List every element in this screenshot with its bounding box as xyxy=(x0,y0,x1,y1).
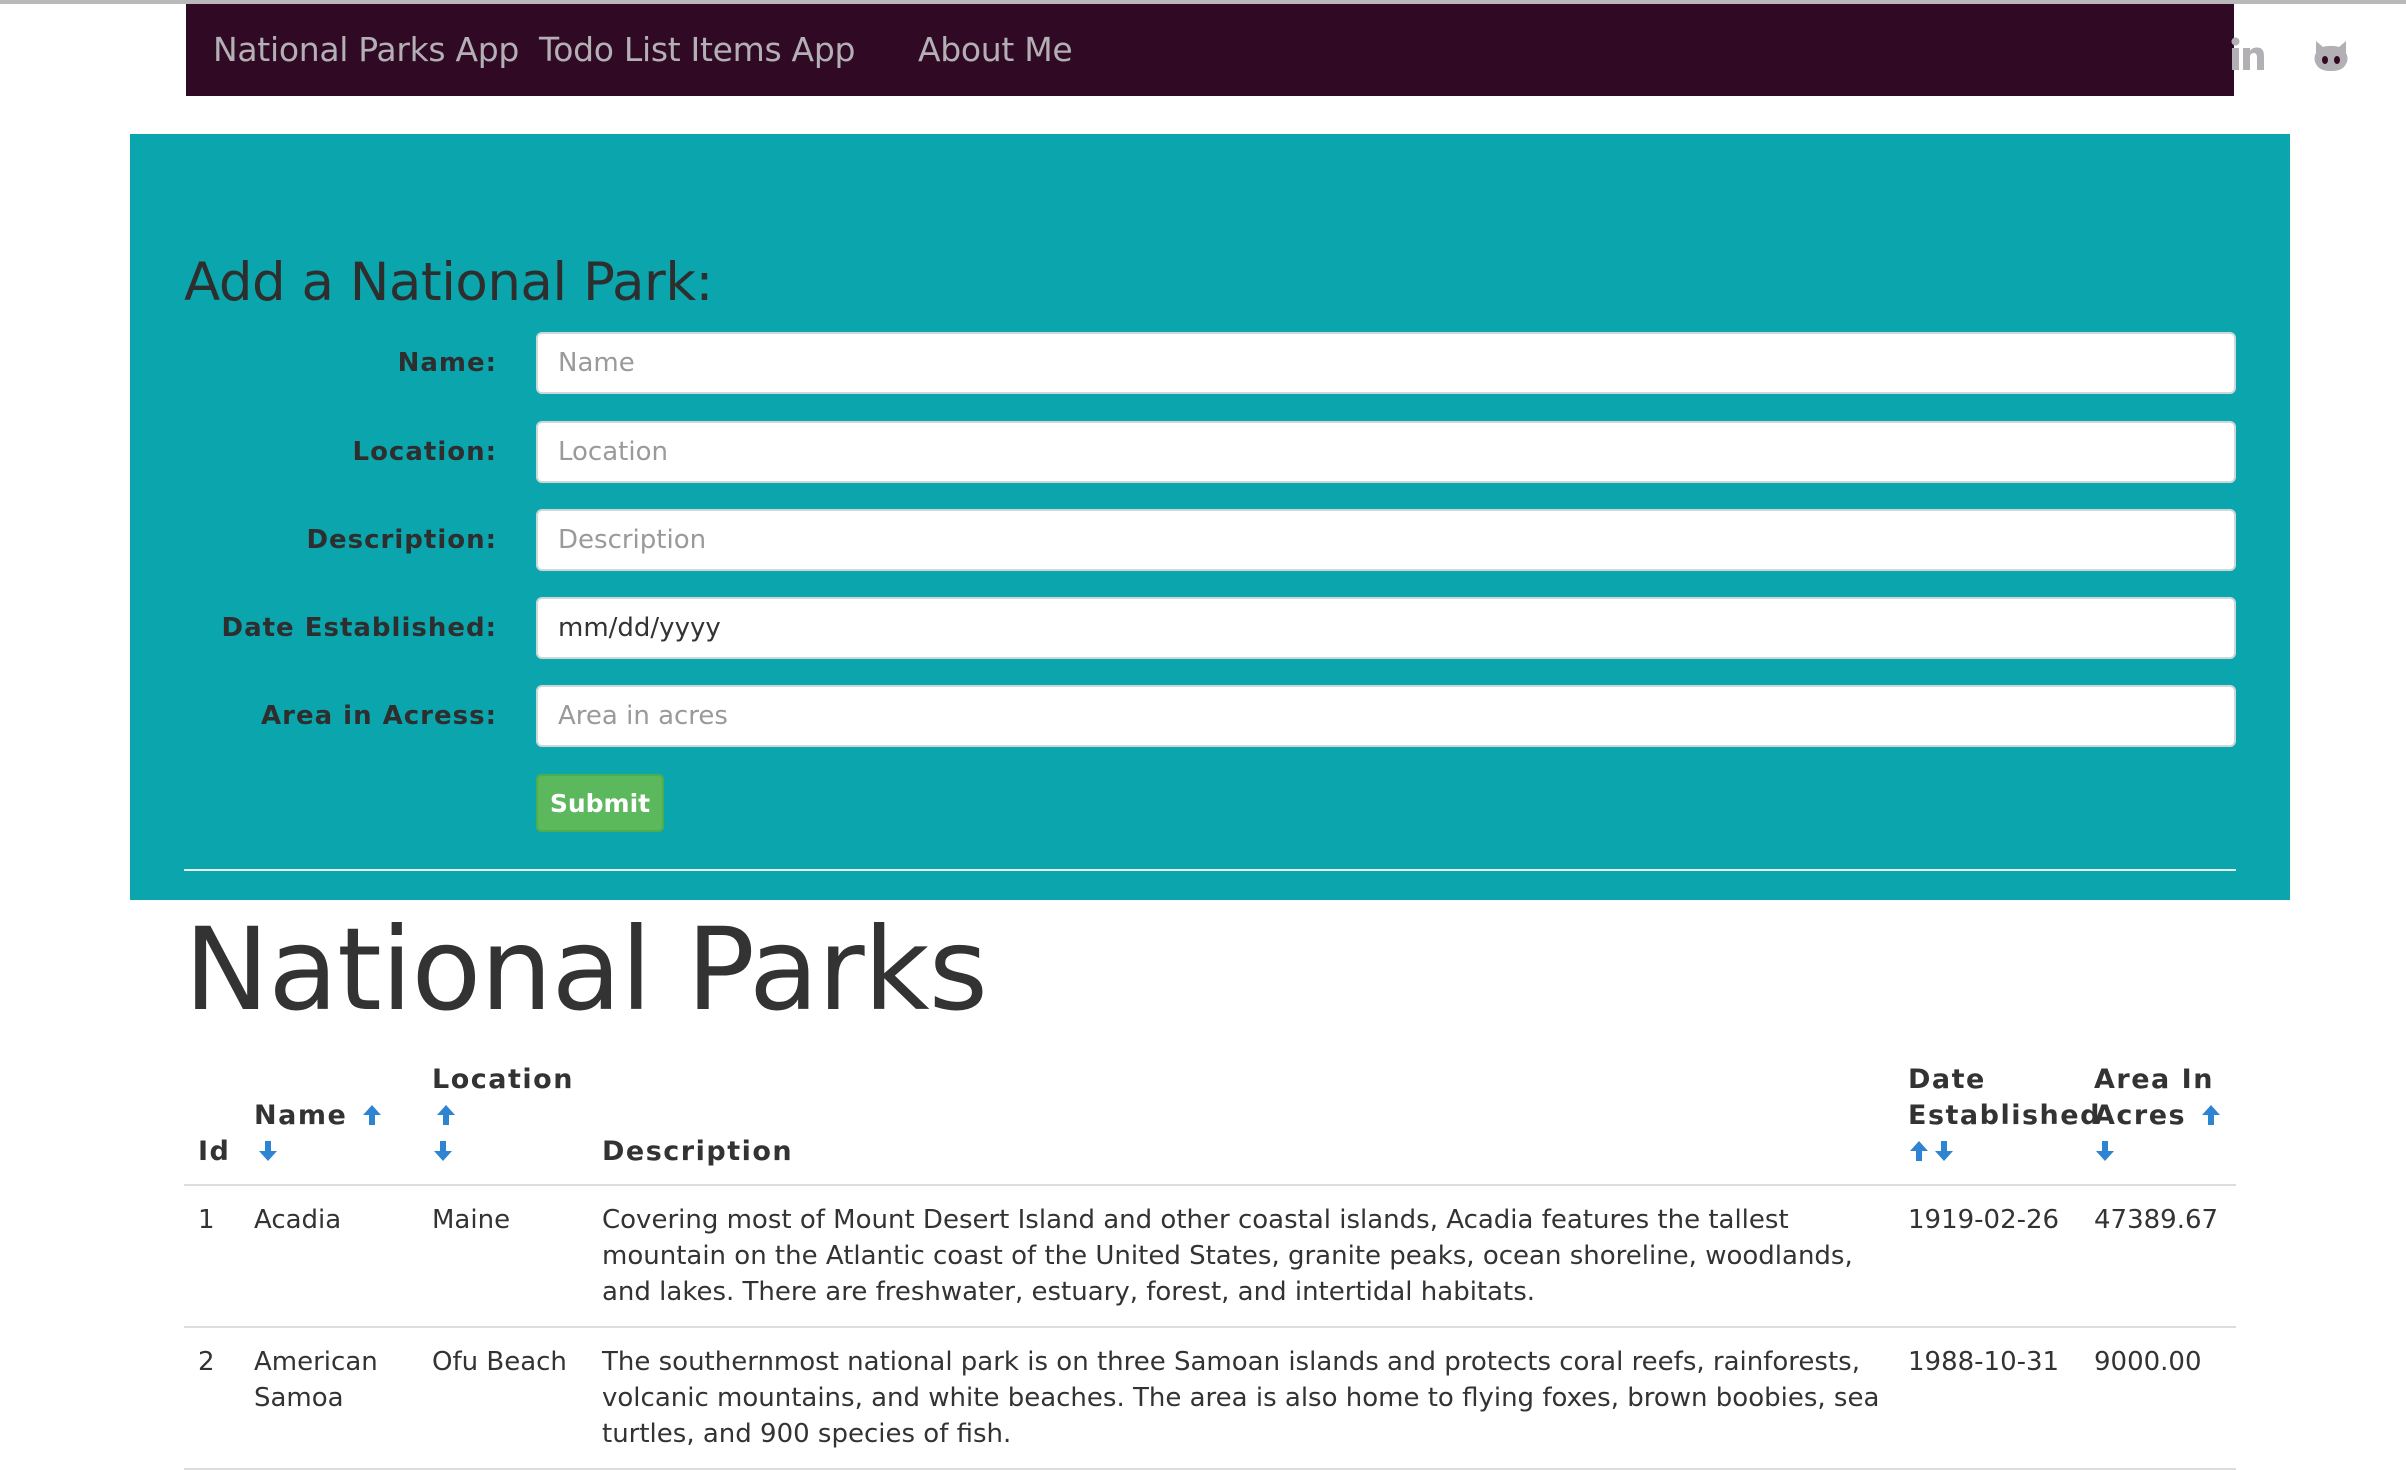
sort-up-icon[interactable] xyxy=(2200,1103,2222,1127)
cell-name: American Samoa xyxy=(240,1327,418,1470)
column-header-area-line2: Acres xyxy=(2094,1100,2187,1131)
cell-description: The southernmost national park is on thr… xyxy=(588,1327,1894,1470)
column-header-area-line1: Area In xyxy=(2094,1064,2214,1095)
sort-up-icon[interactable] xyxy=(1908,1139,1930,1163)
linkedin-icon[interactable] xyxy=(2228,35,2268,75)
date-established-input[interactable] xyxy=(536,597,2236,659)
add-park-panel: Add a National Park: Name: Location: Des… xyxy=(130,134,2290,900)
location-input[interactable] xyxy=(536,421,2236,483)
form-title: Add a National Park: xyxy=(184,252,713,313)
cell-location: Ofu Beach xyxy=(418,1327,588,1470)
nav-link-about-me[interactable]: About Me xyxy=(918,4,1073,96)
form-row-area: Area in Acress: xyxy=(130,685,2290,747)
column-header-area: Area In Acres xyxy=(2080,1050,2236,1186)
name-input[interactable] xyxy=(536,332,2236,394)
nav-link-national-parks[interactable]: National Parks App xyxy=(213,4,519,96)
navbar: National Parks App Todo List Items App A… xyxy=(186,4,2348,96)
column-header-description-label: Description xyxy=(602,1136,794,1167)
divider xyxy=(184,869,2236,871)
github-icon[interactable] xyxy=(2311,35,2351,75)
nav-link-todo-list[interactable]: Todo List Items App xyxy=(539,4,855,96)
column-header-location: Location xyxy=(418,1050,588,1186)
cell-description: Covering most of Mount Desert Island and… xyxy=(588,1185,1894,1328)
cell-id: 1 xyxy=(184,1185,240,1328)
column-header-name: Name xyxy=(240,1050,418,1186)
form-row-date: Date Established: xyxy=(130,597,2290,659)
description-input[interactable] xyxy=(536,509,2236,571)
column-header-location-label: Location xyxy=(432,1064,574,1095)
cell-name: Acadia xyxy=(240,1185,418,1328)
column-header-id: Id xyxy=(184,1050,240,1186)
page-title: National Parks xyxy=(184,903,988,1036)
sort-down-icon[interactable] xyxy=(1933,1139,1955,1163)
column-header-date-line1: Date xyxy=(1908,1064,1986,1095)
form-row-location: Location: xyxy=(130,421,2290,483)
sort-up-icon[interactable] xyxy=(361,1103,383,1127)
description-label: Description: xyxy=(306,525,497,555)
table-header-row: Id Name Location Description Date Establi… xyxy=(184,1050,2236,1186)
cell-id: 2 xyxy=(184,1327,240,1470)
name-label: Name: xyxy=(397,348,497,378)
sort-up-icon[interactable] xyxy=(435,1103,457,1127)
column-header-description: Description xyxy=(588,1050,1894,1186)
column-header-id-label: Id xyxy=(198,1136,231,1167)
sort-down-icon[interactable] xyxy=(257,1139,279,1163)
date-established-label: Date Established: xyxy=(221,613,497,643)
area-input[interactable] xyxy=(536,685,2236,747)
form-row-description: Description: xyxy=(130,509,2290,571)
location-label: Location: xyxy=(352,437,497,467)
sort-down-icon[interactable] xyxy=(2094,1139,2116,1163)
cell-area: 9000.00 xyxy=(2080,1327,2236,1470)
column-header-name-label: Name xyxy=(254,1100,348,1131)
sort-down-icon[interactable] xyxy=(432,1139,454,1163)
column-header-date-established: Date Established xyxy=(1894,1050,2099,1186)
column-header-date-line2: Established xyxy=(1908,1100,2101,1131)
cell-location: Maine xyxy=(418,1185,588,1328)
cell-date-established: 1988-10-31 xyxy=(1894,1327,2080,1470)
parks-table-wrapper: Id Name Location Description Date Establi… xyxy=(184,1050,2236,1470)
form-row-name: Name: xyxy=(130,332,2290,394)
submit-button[interactable]: Submit xyxy=(536,774,664,832)
parks-table: Id Name Location Description Date Establi… xyxy=(184,1050,2236,1470)
cell-date-established: 1919-02-26 xyxy=(1894,1185,2080,1328)
table-row: 2 American Samoa Ofu Beach The southernm… xyxy=(184,1327,2236,1470)
area-label: Area in Acress: xyxy=(261,701,497,731)
table-row: 1 Acadia Maine Covering most of Mount De… xyxy=(184,1185,2236,1328)
cell-area: 47389.67 xyxy=(2080,1185,2236,1328)
